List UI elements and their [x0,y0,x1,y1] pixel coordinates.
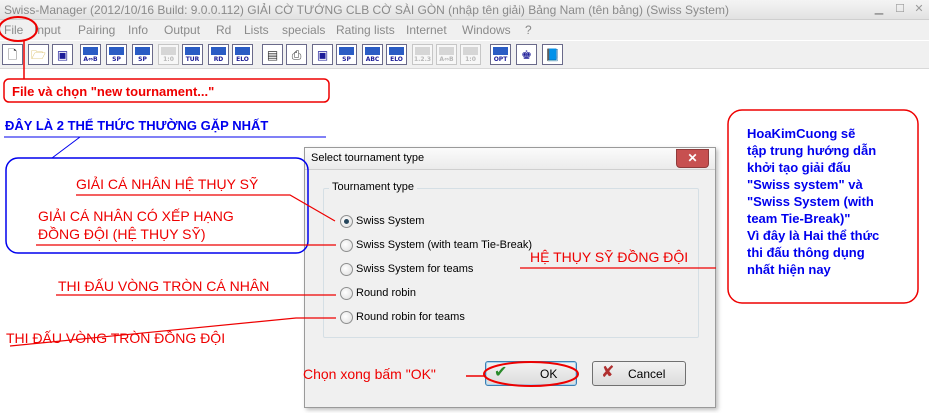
menu-rd[interactable]: Rd [216,23,231,37]
swiss-teams-text: HỆ THỤY SỸ ĐỒNG ĐỘI [530,249,689,265]
sp-button[interactable]: SP [106,44,127,65]
menu-bar: File Input Pairing Info Output Rd Lists … [0,20,929,40]
menu-specials[interactable]: specials [282,23,325,37]
menu-lists[interactable]: Lists [244,23,269,37]
dialog-title: Select tournament type [311,152,425,164]
result-button-disabled[interactable]: 1:0 [460,44,481,65]
header-connector-line [51,136,81,159]
window-title: Swiss-Manager (2012/10/16 Build: 9.0.0.1… [4,3,729,17]
swiss-team-rank-text-2: ĐỒNG ĐỘI (HỆ THỤY SỸ) [38,226,206,242]
abc-button[interactable]: ABC [362,44,383,65]
elo-list-button[interactable]: ELO [386,44,407,65]
cancel-label: Cancel [628,367,666,381]
rr-teams-text: THI ĐẤU VÒNG TRÒN ĐỒNG ĐỘI [6,330,226,346]
swap-button-disabled[interactable]: A⇔B [436,44,457,65]
menu-info[interactable]: Info [128,23,148,37]
screen-icon[interactable]: ▤ [262,44,283,65]
maximize-icon[interactable]: ☐ [893,2,907,16]
note-line: team Tie-Break)" [747,211,851,226]
note-line: HoaKimCuong sẽ [747,126,856,141]
user-icon[interactable]: ♚ [516,44,537,65]
sp-print-button[interactable]: SP [336,44,357,65]
tur-button[interactable]: TUR [182,44,203,65]
menu-windows[interactable]: Windows [462,23,511,37]
common-formats-text: ĐÂY LÀ 2 THỂ THỨC THƯỜNG GẶP NHẤT [5,118,269,133]
menu-file[interactable]: File [4,23,23,37]
save-icon[interactable]: ▣ [52,44,73,65]
radio-label: Round robin [356,287,416,299]
elo-button[interactable]: ELO [232,44,253,65]
rd-button[interactable]: RD [208,44,229,65]
radio-unchecked-icon [340,239,353,252]
note-line: Vì đây là Hai thể thức [747,228,880,243]
toolbar: 🗋 🗁 ▣ A⇔B SP SP 1:0 TUR RD ELO ▤ ⎙ ▣ SP … [0,41,929,69]
note-line: tập trung hướng dẫn [747,143,877,158]
close-window-icon[interactable]: ✕ [912,2,926,16]
save-icon-2[interactable]: ▣ [312,44,333,65]
menu-output[interactable]: Output [164,23,200,37]
note-line: nhất hiện nay [747,262,831,277]
radio-unchecked-icon [340,311,353,324]
menu-help[interactable]: ? [525,23,532,37]
note-line: thi đấu thông dụng [747,245,865,260]
swiss-team-rank-text-1: GIẢI CÁ NHÂN CÓ XẾP HẠNG [38,208,234,224]
rr-individual-text: THI ĐẤU VÒNG TRÒN CÁ NHÂN [58,278,270,294]
radio-unchecked-icon [340,287,353,300]
dialog-titlebar: Select tournament type ✕ [305,148,715,170]
radio-label: Swiss System (with team Tie-Break) [356,239,533,251]
choose-ok-text: Chọn xong bấm "OK" [303,366,436,382]
swap-players-button[interactable]: A⇔B [80,44,101,65]
menu-internet[interactable]: Internet [406,23,447,37]
radio-label: Swiss System [356,215,425,227]
print-icon[interactable]: ⎙ [286,44,307,65]
menu-rating-lists[interactable]: Rating lists [336,23,395,37]
book-icon[interactable]: 📘 [542,44,563,65]
opt-button[interactable]: OPT [490,44,511,65]
note-line: "Swiss system" và [747,177,863,192]
radio-checked-icon [340,215,353,228]
menu-pairing[interactable]: Pairing [78,23,115,37]
title-bar: Swiss-Manager (2012/10/16 Build: 9.0.0.1… [0,0,929,20]
note-line: khởi tạo giải đấu [747,160,851,175]
open-folder-icon[interactable]: 🗁 [28,44,49,65]
ok-button[interactable]: ✔ OK [485,361,577,386]
dialog-close-icon[interactable]: ✕ [676,149,709,168]
radio-unchecked-icon [340,263,353,276]
file-hint-text: File và chọn "new tournament..." [12,84,215,99]
radio-label: Round robin for teams [356,311,465,323]
ok-label: OK [540,367,558,381]
cancel-x-icon: ✘ [601,364,615,381]
swiss-individual-text: GIẢI CÁ NHÂN HỆ THỤY SỸ [76,176,259,192]
cancel-button[interactable]: ✘ Cancel [592,361,686,386]
check-icon: ✔ [494,364,508,381]
result-button[interactable]: 1:0 [158,44,179,65]
group-label: Tournament type [329,181,417,193]
radio-label: Swiss System for teams [356,263,474,275]
minimize-icon[interactable]: ▁ [872,2,886,16]
ranking-button[interactable]: 1.2.3 [412,44,433,65]
sp-button-2[interactable]: SP [132,44,153,65]
new-file-icon[interactable]: 🗋 [2,44,23,65]
note-text: HoaKimCuong sẽ tập trung hướng dẫn khởi … [747,125,912,278]
menu-input[interactable]: Input [34,23,61,37]
note-line: "Swiss System (with [747,194,874,209]
